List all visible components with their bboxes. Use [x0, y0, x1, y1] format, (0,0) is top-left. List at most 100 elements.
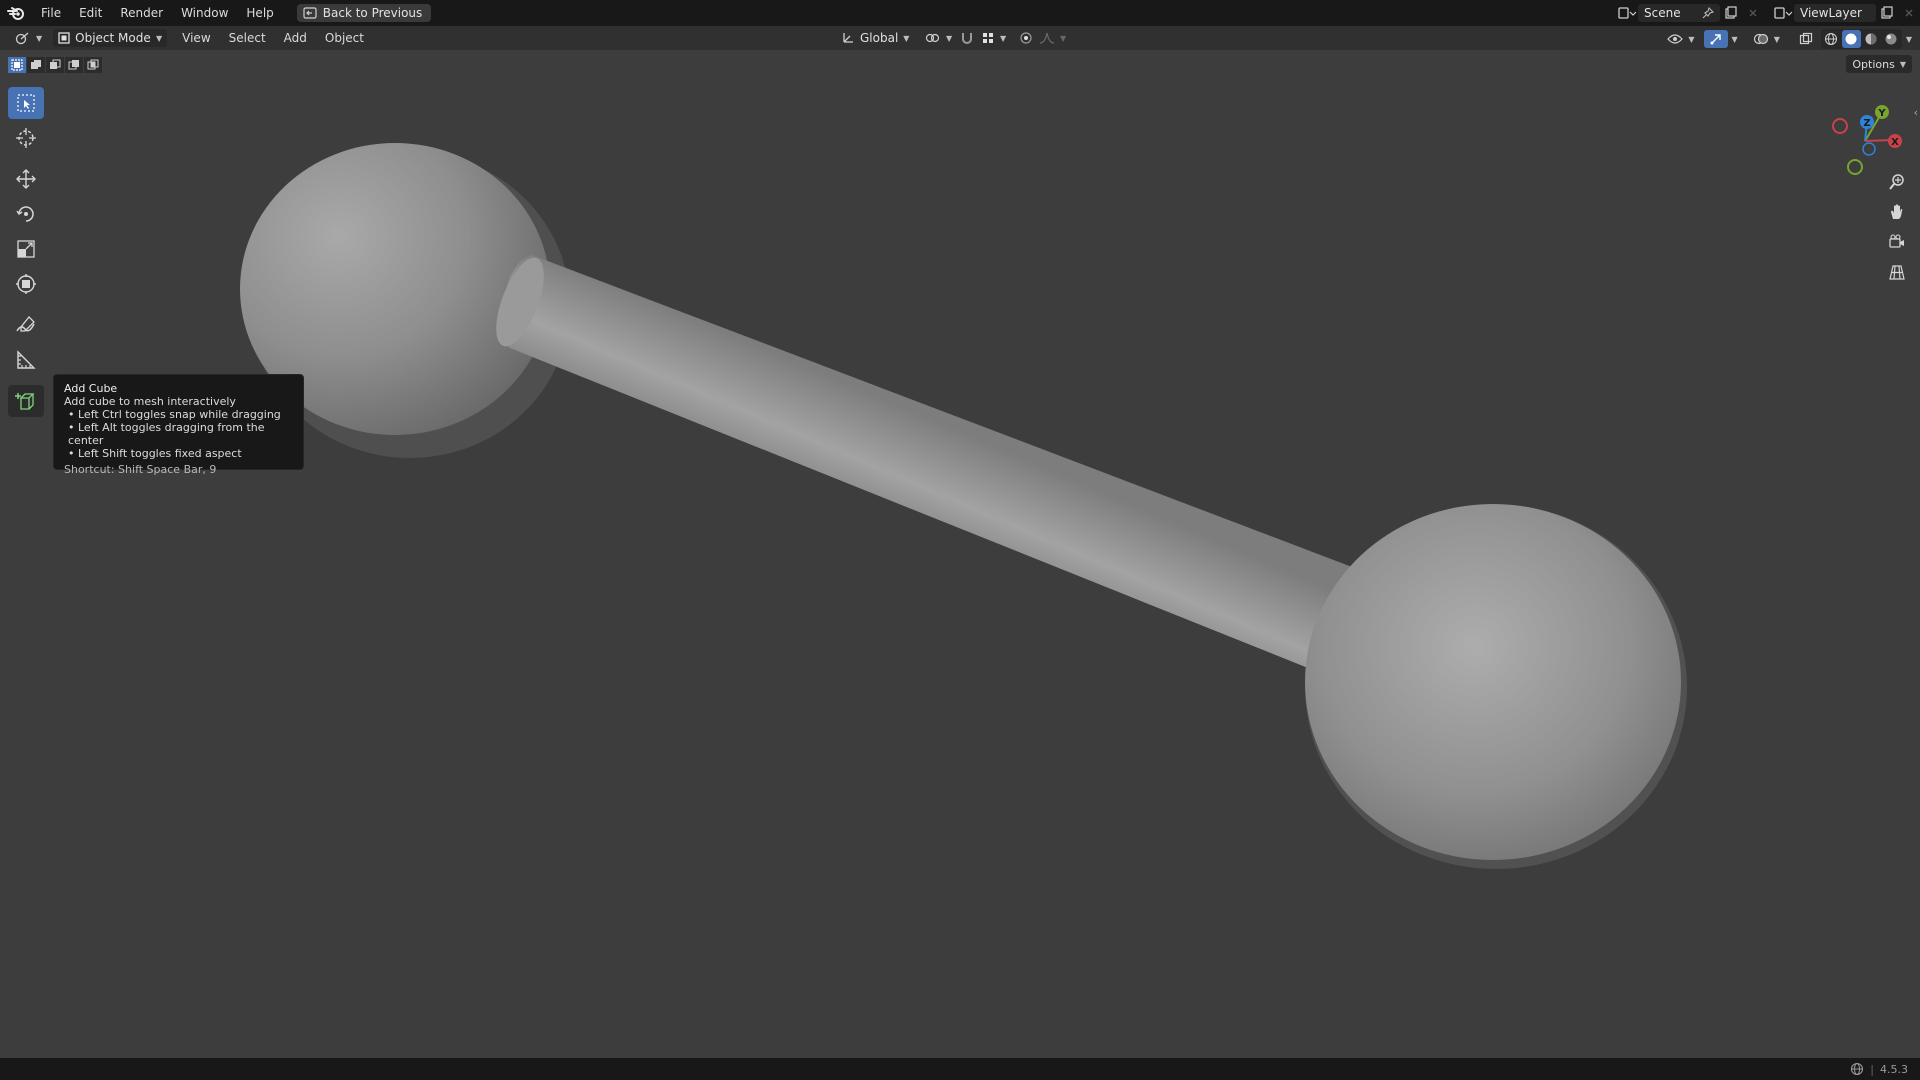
header-menu-view[interactable]: View [173, 31, 219, 45]
navigation-tools [1886, 171, 1908, 283]
select-box-tool[interactable] [8, 87, 44, 119]
blender-logo-icon[interactable] [0, 0, 32, 26]
scene-name-field[interactable]: Scene [1638, 4, 1720, 22]
mode-dropdown[interactable]: Object Mode ▼ [53, 29, 168, 47]
chevron-down-icon: ▼ [946, 33, 953, 43]
transform-tool[interactable] [8, 268, 44, 300]
header-menu-object[interactable]: Object [316, 31, 373, 45]
navigation-gizmo[interactable]: Y X Z [1820, 90, 1910, 180]
select-box-icon [17, 94, 35, 112]
annotate-tool[interactable] [8, 309, 44, 341]
chevron-down-icon: ▼ [156, 33, 163, 43]
viewlayer-browse-icon[interactable] [1772, 3, 1794, 23]
tooltip-description: Add cube to mesh interactively [64, 395, 236, 408]
select-subtract-button[interactable] [46, 57, 64, 73]
globe-icon[interactable] [1850, 1062, 1864, 1076]
pivot-point-dropdown[interactable]: ▼ [920, 29, 957, 47]
select-intersect-icon [87, 59, 99, 70]
transform-orientation-dropdown[interactable]: Global ▼ [836, 29, 914, 47]
select-subtract-icon [50, 59, 61, 69]
menu-edit[interactable]: Edit [70, 0, 111, 26]
rotate-icon [16, 206, 34, 222]
hand-icon [1891, 204, 1903, 219]
editor-type-dropdown[interactable]: ▼ [10, 29, 47, 47]
select-extend-button[interactable] [27, 57, 45, 73]
annotate-pencil-icon [16, 316, 35, 332]
scene-name: Scene [1644, 6, 1681, 20]
select-set-new-button[interactable] [8, 57, 26, 73]
menu-help[interactable]: Help [237, 0, 282, 26]
shading-rendered-button[interactable] [1882, 30, 1901, 48]
measure-tool[interactable] [8, 344, 44, 376]
chevron-down-icon: ▼ [36, 33, 43, 43]
camera-view-tool[interactable] [1886, 231, 1908, 253]
perspective-toggle-tool[interactable] [1886, 261, 1908, 283]
pan-tool[interactable] [1886, 201, 1908, 223]
snap-target-dropdown[interactable]: ▼ [976, 29, 1011, 47]
snap-grid-icon [983, 33, 993, 43]
mode-label: Object Mode [75, 31, 151, 45]
select-extend-icon [31, 60, 41, 69]
orientation-label: Global [860, 31, 899, 45]
back-to-previous-label: Back to Previous [322, 6, 423, 20]
chevron-down-icon: ▼ [1000, 33, 1007, 43]
cursor-tool[interactable] [8, 122, 44, 154]
delete-viewlayer-icon[interactable] [1898, 3, 1920, 23]
new-viewlayer-icon[interactable] [1876, 3, 1898, 23]
right-sphere [1305, 504, 1681, 860]
viewlayer-name: ViewLayer [1800, 6, 1862, 20]
back-to-previous-button[interactable]: Back to Previous [296, 4, 432, 22]
shading-material-button[interactable] [1862, 30, 1881, 48]
chevron-down-icon[interactable]: ▼ [1732, 35, 1738, 44]
rotate-tool[interactable] [8, 198, 44, 230]
chevron-down-icon[interactable]: ▼ [1906, 35, 1912, 44]
tooltip-bullet: • Left Ctrl toggles snap while dragging [68, 408, 281, 421]
cursor-icon [16, 128, 36, 148]
shading-wireframe-button[interactable] [1822, 30, 1841, 48]
object-mode-icon [58, 32, 70, 44]
select-invert-button[interactable] [65, 57, 83, 73]
move-tool[interactable] [8, 163, 44, 195]
falloff-curve-icon [1039, 32, 1055, 44]
scene-browse-icon[interactable] [1616, 3, 1638, 23]
transform-icon [16, 274, 36, 294]
viewport-scene [240, 143, 1687, 869]
gizmo-neg-x [1832, 118, 1848, 134]
gizmo-neg-z [1862, 142, 1876, 156]
chevron-down-icon: ▼ [1773, 34, 1780, 44]
menu-render[interactable]: Render [111, 0, 172, 26]
gizmo-toggle[interactable] [1703, 30, 1728, 48]
header-menu-select[interactable]: Select [220, 31, 275, 45]
overlays-dropdown[interactable]: ▼ [1748, 30, 1785, 48]
xray-toggle[interactable] [1795, 29, 1817, 49]
visibility-dropdown[interactable]: ▼ [1662, 30, 1699, 48]
3d-viewport[interactable]: Add Cube Add cube to mesh interactively … [0, 50, 1920, 1058]
tooltip-title: Add Cube [64, 382, 118, 395]
grid-perspective-icon [1889, 265, 1905, 280]
menu-file[interactable]: File [32, 0, 70, 26]
menu-window[interactable]: Window [172, 0, 237, 26]
add-cube-icon [15, 393, 35, 410]
screen-back-icon [303, 7, 317, 19]
viewport-header: ▼ Object Mode ▼ View Select Add Object G… [0, 26, 1920, 50]
pin-icon[interactable] [1702, 7, 1714, 19]
new-scene-icon[interactable] [1720, 3, 1742, 23]
header-menu-add[interactable]: Add [275, 31, 316, 45]
proportional-edit-icon [1020, 32, 1032, 44]
delete-scene-icon[interactable] [1742, 3, 1764, 23]
gizmo-y-label: Y [1877, 108, 1886, 119]
add-cube-tool[interactable] [8, 385, 44, 417]
connecting-rod [501, 255, 1352, 668]
chevron-down-icon: ▼ [903, 33, 910, 43]
viewlayer-name-field[interactable]: ViewLayer [1794, 4, 1876, 22]
shading-solid-button[interactable] [1841, 30, 1861, 48]
options-dropdown[interactable]: Options ▼ [1846, 55, 1912, 73]
tooltip-shortcut: Shortcut: Shift Space Bar, 9 [64, 463, 217, 476]
falloff-dropdown[interactable]: ▼ [1034, 29, 1071, 47]
material-sphere-icon [1865, 33, 1877, 45]
select-intersect-button[interactable] [84, 57, 102, 73]
zoom-tool[interactable] [1886, 171, 1908, 193]
sidebar-toggle-icon[interactable]: ‹ [1914, 106, 1918, 119]
gizmo-icon [1710, 34, 1721, 45]
scale-tool[interactable] [8, 233, 44, 265]
